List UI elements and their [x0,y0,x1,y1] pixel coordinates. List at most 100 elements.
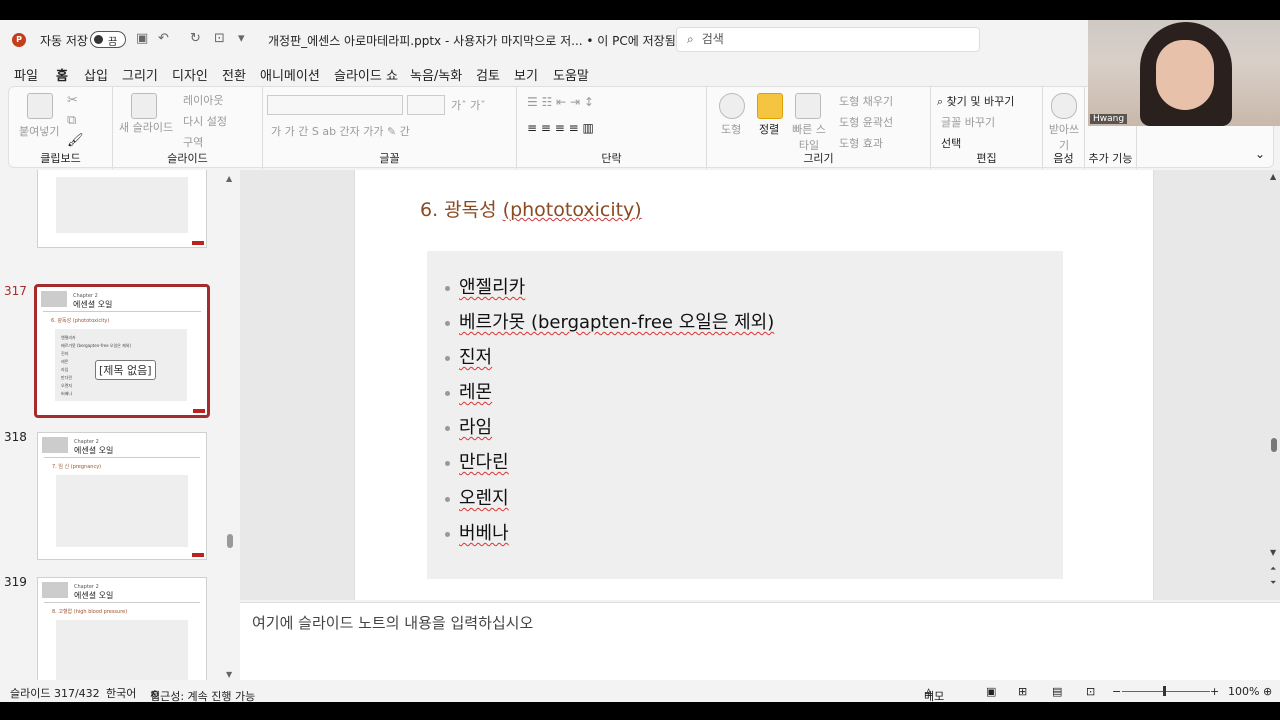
tab-design[interactable]: 디자인 [172,65,208,84]
bullet-item: 오렌지 [445,484,509,510]
save-icon[interactable]: ▣ [136,31,148,46]
shape-icon[interactable] [719,93,745,119]
notes-toggle-label[interactable]: 메모 [924,688,944,702]
customize-qat-icon[interactable]: ▾ [238,31,245,46]
tab-help[interactable]: 도움말 [553,65,589,84]
tab-insert[interactable]: 삽입 [84,65,108,84]
slide-sorter-icon[interactable]: ⊞ [1018,685,1027,698]
scroll-down-icon[interactable]: ▼ [1270,548,1276,557]
thumbnail-scrollbar[interactable]: ▲ ▼ [226,174,234,680]
tab-review[interactable]: 검토 [476,65,500,84]
bullet-item: 레몬 [445,378,492,404]
list-icons[interactable]: ☰ ☷ ⇤ ⇥ ↕ [527,95,594,109]
font-family-select[interactable] [267,95,403,115]
slide-title-term: (phototoxicity) [502,199,642,221]
paste-icon[interactable] [27,93,53,119]
paste-button[interactable]: 붙여넣기 [19,123,59,139]
next-slide-icon[interactable]: ⏷ [1270,578,1276,588]
new-slide-icon[interactable] [131,93,157,119]
slide-thumbnail-317[interactable]: Chapter 2 에센셜 오일 6. 광독성 (phototoxicity) … [34,284,210,418]
arrange-button[interactable]: 정렬 [759,121,779,137]
shape-outline-button[interactable]: 도형 윤곽선 [839,114,893,130]
slideshow-icon[interactable]: ⊡ [1086,685,1095,698]
select-button[interactable]: 선택 [941,135,961,151]
tab-home[interactable]: 홈 [56,65,68,88]
present-icon[interactable]: ⊡ [214,31,225,46]
zoom-out-icon[interactable]: − [1112,685,1121,698]
webcam-person-face [1156,40,1214,110]
slide-thumbnail-319[interactable]: Chapter 2 에센셜 오일 8. 고혈압 (high blood pres… [37,577,207,680]
align-icons[interactable]: ≡ ≡ ≡ ≡ ▥ [527,121,594,135]
zoom-in-icon[interactable]: + [1210,685,1219,698]
tab-animations[interactable]: 애니메이션 [260,65,320,84]
bullet-text: 앤젤리카 [459,277,526,298]
normal-view-icon[interactable]: ▣ [986,685,996,698]
scroll-up-icon[interactable]: ▲ [1270,172,1276,181]
quick-style-button[interactable]: 빠른 스타일 [789,121,829,153]
group-label-voice: 음성 [1053,152,1074,165]
format-painter-icon[interactable]: 🖌 [67,133,84,148]
slide-thumbnail-318[interactable]: Chapter 2 에센셜 오일 7. 임 신 (pregnancy) [37,432,207,560]
dictate-button[interactable]: 받아쓰기 [1047,121,1081,153]
reading-view-icon[interactable]: ▤ [1052,685,1062,698]
scroll-up-icon[interactable]: ▲ [226,174,232,183]
fit-slide-icon[interactable]: ⊕ [1263,685,1272,698]
ribbon-collapse-icon[interactable]: ⌄ [1255,147,1265,161]
zoom-level[interactable]: 100% [1228,685,1259,698]
notes-pane[interactable]: 여기에 슬라이드 노트의 내용을 입력하십시오 [240,602,1280,680]
document-filename[interactable]: 개정판_에센스 아로마테라피.pptx - 사용자가 마지막으로 저... • … [268,32,676,49]
find-replace-label[interactable]: 찾기 및 바꾸기 [947,95,1015,108]
tab-view[interactable]: 보기 [514,65,538,84]
tab-file[interactable]: 파일 [14,65,38,84]
group-label-addins: 추가 기능 [1088,152,1133,165]
group-slides: 새 슬라이드 레이아웃 다시 설정 구역 슬라이드 [113,87,263,169]
previous-slide-icon[interactable]: ⏶ [1270,564,1276,574]
accessibility-text[interactable]: 접근성: 계속 진행 가능 [150,688,255,702]
tab-recording[interactable]: 녹음/녹화 [410,65,462,84]
bullet-item: 라임 [445,413,492,439]
slide-content-box[interactable]: 앤젤리카 베르가못 (bergapten-free 오일은 제외) 진저 레몬 … [427,251,1063,579]
redo-icon[interactable]: ↻ [190,31,201,46]
bullet-item: 베르가못 (bergapten-free 오일은 제외) [445,308,774,334]
font-grow-icon[interactable]: 가ˆ 가ˇ [451,97,486,113]
search-input[interactable]: ⌕ 검색 [676,27,980,52]
autosave-toggle[interactable]: 끔 [90,31,126,48]
slide-number-319: 319 [4,575,27,589]
scroll-down-icon[interactable]: ▼ [226,670,232,679]
bullet-item: 만다린 [445,448,509,474]
magnifier-icon[interactable]: ⌕ [937,95,947,108]
scrollbar-thumb[interactable] [227,534,233,548]
bullet-text: 레몬 [459,382,493,403]
shape-effect-button[interactable]: 도형 효과 [839,135,883,151]
font-size-select[interactable] [407,95,445,115]
tab-slideshow[interactable]: 슬라이드 쇼 [334,65,398,84]
tab-transitions[interactable]: 전환 [222,65,246,84]
shape-fill-button[interactable]: 도형 채우기 [839,93,893,109]
microphone-icon[interactable] [1051,93,1077,119]
scrollbar-thumb[interactable] [1271,438,1277,452]
font-format-icons[interactable]: 가 가 간 S ab 간자 가가 ✎ 간 [271,123,410,139]
copy-icon[interactable]: ⧉ [67,113,76,128]
undo-icon[interactable]: ↶ [158,31,169,46]
language-indicator[interactable]: 한국어 [106,685,136,701]
slide-thumbnail-316[interactable] [37,170,207,248]
quick-style-icon[interactable] [795,93,821,119]
layout-button[interactable]: 레이아웃 [183,92,223,108]
current-slide[interactable]: 6. 광독성 (phototoxicity) 앤젤리카 베르가못 (bergap… [354,170,1154,600]
arrange-icon[interactable] [757,93,783,119]
thumb-subtitle: 7. 임 신 (pregnancy) [52,464,102,470]
thumb-content-box [56,177,188,233]
new-slide-button[interactable]: 새 슬라이드 [119,119,173,135]
zoom-slider[interactable] [1122,691,1210,692]
shape-button[interactable]: 도형 [721,121,741,137]
slide-thumbnail-pane: 317 Chapter 2 에센셜 오일 6. 광독성 (phototoxici… [0,170,240,680]
zoom-slider-knob[interactable] [1163,686,1166,696]
slide-title[interactable]: 6. 광독성 (phototoxicity) [420,195,642,222]
tab-draw[interactable]: 그리기 [122,65,158,84]
replace-font-button[interactable]: 글꼴 바꾸기 [941,114,995,130]
section-button[interactable]: 구역 [183,134,203,150]
notes-placeholder: 여기에 슬라이드 노트의 내용을 입력하십시오 [252,614,534,632]
cut-icon[interactable]: ✂ [67,93,78,108]
slide-scrollbar[interactable]: ▲ ▼ ⏶ ⏷ [1268,170,1280,600]
reset-button[interactable]: 다시 설정 [183,113,227,129]
